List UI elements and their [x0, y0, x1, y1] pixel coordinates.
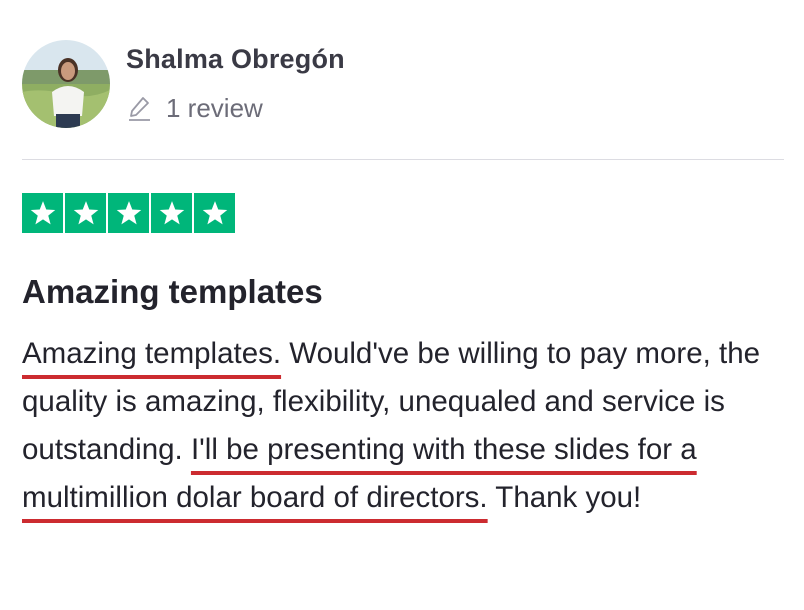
- review-count-row: 1 review: [126, 92, 263, 124]
- star-rating: [22, 193, 235, 233]
- review-title: Amazing templates: [22, 273, 323, 310]
- highlighted-text: Amazing templates.: [22, 337, 282, 370]
- review-body: Amazing templates. Would've be willing t…: [22, 330, 802, 522]
- avatar[interactable]: [22, 40, 110, 128]
- star-icon: [151, 193, 192, 233]
- star-icon: [194, 193, 235, 233]
- divider: [22, 159, 784, 160]
- review-count: 1 review: [166, 92, 263, 123]
- star-icon: [108, 193, 149, 233]
- reviewer-name[interactable]: Shalma Obregón: [126, 44, 345, 75]
- review-text: Thank you!: [487, 481, 642, 514]
- star-icon: [22, 193, 63, 233]
- pencil-icon: [129, 97, 150, 121]
- review-card: Shalma Obregón 1 review Amazing template…: [0, 0, 804, 610]
- star-icon: [65, 193, 106, 233]
